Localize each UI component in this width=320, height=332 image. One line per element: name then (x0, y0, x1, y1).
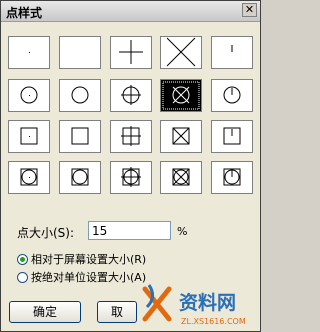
point-style-plus[interactable] (110, 36, 152, 69)
square-icon (71, 127, 89, 145)
point-style-square[interactable] (59, 120, 101, 153)
point-style-circle-plus[interactable] (110, 79, 152, 112)
point-style-square-circle-tick[interactable] (211, 161, 253, 194)
watermark-url: ZL.XS1616.COM (181, 317, 246, 326)
dialog-title: 点样式 (6, 6, 43, 20)
absolute-size-radio[interactable] (17, 272, 28, 283)
point-size-label: 点大小(S): (17, 226, 75, 240)
point-style-square-circle-dot[interactable] (8, 161, 50, 194)
circle-dot-icon (20, 86, 38, 104)
none-icon (60, 37, 100, 68)
watermark-text: 资料网 (179, 291, 236, 314)
point-style-tick[interactable] (211, 36, 253, 69)
circle-plus-icon (121, 85, 141, 105)
square-circle-tick-icon (223, 168, 241, 186)
watermark-logo: 资料网 ZL.XS1616.COM (142, 284, 246, 326)
point-style-x[interactable] (160, 36, 202, 69)
ok-button[interactable]: 确定 (9, 301, 81, 323)
point-style-dialog: 点样式 ✕ 点大小(S): % 相对于屏幕设置大小(R) 按绝对单位设置大小(A… (0, 0, 261, 332)
point-style-square-circle-x[interactable] (160, 161, 202, 194)
square-plus-icon (121, 126, 141, 146)
square-tick-icon (223, 127, 241, 145)
plus-icon (119, 40, 143, 64)
relative-size-label: 相对于屏幕设置大小(R) (31, 253, 147, 266)
tick-icon (231, 45, 233, 52)
relative-size-radio[interactable] (17, 254, 28, 265)
dot-icon (29, 52, 30, 53)
point-style-square-circle[interactable] (59, 161, 101, 194)
relative-size-option[interactable]: 相对于屏幕设置大小(R) (17, 251, 146, 267)
point-size-input[interactable] (88, 221, 171, 240)
point-style-dot[interactable] (8, 36, 50, 69)
title-bar: 点样式 ✕ (1, 1, 260, 22)
square-circle-x-icon (172, 168, 190, 186)
point-style-square-x[interactable] (160, 120, 202, 153)
point-size-unit: % (177, 225, 188, 238)
square-circle-plus-icon (121, 167, 141, 187)
circle-x-icon (162, 81, 200, 110)
square-x-icon (172, 127, 190, 145)
cancel-button[interactable]: 取 (97, 301, 137, 323)
absolute-size-label: 按绝对单位设置大小(A) (31, 271, 147, 284)
point-style-square-dot[interactable] (8, 120, 50, 153)
point-style-circle[interactable] (59, 79, 101, 112)
circle-icon (71, 86, 89, 104)
point-style-square-plus[interactable] (110, 120, 152, 153)
point-style-circle-x[interactable] (160, 79, 202, 112)
point-style-circle-dot[interactable] (8, 79, 50, 112)
point-style-none[interactable] (59, 36, 101, 69)
point-style-square-circle-plus[interactable] (110, 161, 152, 194)
point-style-square-tick[interactable] (211, 120, 253, 153)
absolute-size-option[interactable]: 按绝对单位设置大小(A) (17, 269, 146, 285)
point-style-circle-tick[interactable] (211, 79, 253, 112)
square-circle-dot-icon (20, 168, 38, 186)
x-logo-icon (142, 284, 172, 322)
x-icon (166, 37, 196, 67)
square-dot-icon (20, 127, 38, 145)
circle-tick-icon (223, 86, 241, 104)
close-button[interactable]: ✕ (242, 3, 257, 17)
square-circle-icon (71, 168, 89, 186)
